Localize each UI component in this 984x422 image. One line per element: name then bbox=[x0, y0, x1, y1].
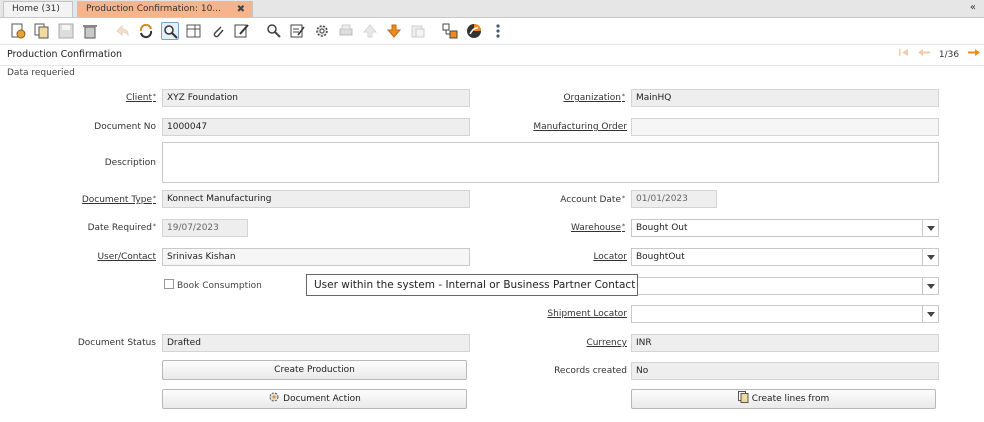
create-production-button[interactable]: Create Production bbox=[162, 360, 467, 380]
create-lines-from-button[interactable]: Create lines from bbox=[631, 389, 936, 409]
shipment-locator-label[interactable]: Shipment Locator bbox=[547, 309, 627, 319]
locator-select[interactable]: BoughtOut bbox=[631, 248, 939, 266]
window-header: Production Confirmation 1/36 bbox=[0, 45, 984, 66]
more-icon[interactable] bbox=[489, 22, 507, 40]
create-lines-from-label: Create lines from bbox=[751, 394, 830, 404]
date-required-label: Date Required* bbox=[87, 223, 156, 233]
refresh-icon[interactable] bbox=[137, 22, 155, 40]
record-position: 1/36 bbox=[938, 50, 960, 60]
chevron-down-icon[interactable] bbox=[922, 277, 938, 295]
currency-field[interactable]: INR bbox=[631, 334, 939, 352]
checkbox-box[interactable] bbox=[164, 279, 174, 289]
chevron-down-icon[interactable] bbox=[922, 248, 938, 266]
records-created-field: No bbox=[631, 362, 939, 380]
window-title: Production Confirmation bbox=[7, 49, 123, 60]
book-consumption-label: Book Consumption bbox=[177, 281, 262, 291]
note-icon[interactable] bbox=[233, 22, 251, 40]
client-field[interactable]: XYZ Foundation bbox=[162, 89, 470, 107]
zoom-across-icon[interactable] bbox=[265, 22, 283, 40]
tab-bar: Home (31) Production Confirmation: 10...… bbox=[0, 0, 984, 18]
chevron-down-icon[interactable] bbox=[922, 219, 938, 237]
warehouse-select[interactable]: Bought Out bbox=[631, 219, 939, 237]
user-contact-field[interactable]: Srinivas Kishan bbox=[162, 248, 470, 266]
parent-up-icon[interactable] bbox=[361, 22, 379, 40]
attachment-icon[interactable] bbox=[209, 22, 227, 40]
copy-record-icon[interactable] bbox=[33, 22, 51, 40]
chat-icon[interactable] bbox=[465, 22, 483, 40]
status-message: Data requeried bbox=[7, 68, 75, 78]
document-action-button[interactable]: Document Action bbox=[162, 389, 467, 409]
manufacturing-order-field[interactable] bbox=[631, 118, 939, 136]
locator-value: BoughtOut bbox=[636, 252, 685, 262]
date-required-field[interactable]: 19/07/2023 bbox=[162, 219, 248, 237]
close-tab-icon[interactable]: ✖ bbox=[237, 2, 245, 17]
document-status-field: Drafted bbox=[162, 334, 470, 352]
delete-icon[interactable] bbox=[81, 22, 99, 40]
warehouse-value: Bought Out bbox=[636, 223, 688, 233]
tooltip: User within the system - Internal or Bus… bbox=[306, 274, 638, 296]
record-navigator: 1/36 bbox=[893, 48, 980, 60]
description-field[interactable] bbox=[162, 142, 939, 183]
grid-toggle-icon[interactable] bbox=[185, 22, 203, 40]
process-gear-icon[interactable] bbox=[313, 22, 331, 40]
save-icon[interactable] bbox=[57, 22, 75, 40]
process-gear-icon bbox=[269, 392, 279, 402]
detail-down-icon[interactable] bbox=[385, 22, 403, 40]
print-icon[interactable] bbox=[337, 22, 355, 40]
workflow-icon[interactable] bbox=[441, 22, 459, 40]
document-no-field[interactable]: 1000047 bbox=[162, 118, 470, 136]
collapse-icon[interactable]: « bbox=[970, 2, 976, 13]
next-record-icon[interactable] bbox=[968, 48, 980, 60]
records-created-label: Records created bbox=[554, 366, 627, 376]
manufacturing-order-label[interactable]: Manufacturing Order bbox=[533, 122, 627, 132]
tab-home-label: Home (31) bbox=[12, 4, 60, 14]
tab-home[interactable]: Home (31) bbox=[3, 1, 73, 17]
book-consumption-checkbox[interactable]: Book Consumption bbox=[164, 279, 262, 291]
description-label: Description bbox=[104, 158, 156, 168]
warehouse-label[interactable]: Warehouse* bbox=[571, 223, 625, 233]
account-date-field[interactable]: 01/01/2023 bbox=[631, 190, 717, 208]
account-date-label: Account Date* bbox=[560, 195, 625, 205]
first-record-icon[interactable] bbox=[899, 48, 909, 60]
archive-icon[interactable] bbox=[409, 22, 427, 40]
find-icon[interactable] bbox=[161, 22, 179, 40]
new-record-icon[interactable] bbox=[9, 22, 27, 40]
chevron-down-icon[interactable] bbox=[922, 305, 938, 323]
document-no-label: Document No bbox=[94, 122, 156, 132]
undo-icon[interactable] bbox=[113, 22, 131, 40]
report-icon[interactable] bbox=[289, 22, 307, 40]
locator-label[interactable]: Locator bbox=[593, 252, 627, 262]
copy-document-icon bbox=[737, 391, 749, 403]
document-status-label: Document Status bbox=[77, 338, 156, 348]
tab-production-confirmation[interactable]: Production Confirmation: 10... ✖ bbox=[77, 1, 253, 17]
toolbar bbox=[0, 18, 984, 45]
document-action-label: Document Action bbox=[283, 394, 361, 404]
shipment-locator-select[interactable] bbox=[631, 305, 939, 323]
currency-label[interactable]: Currency bbox=[586, 338, 627, 348]
organization-label[interactable]: Organization* bbox=[563, 93, 625, 103]
previous-record-icon[interactable] bbox=[918, 48, 931, 60]
document-type-field[interactable]: Konnect Manufacturing bbox=[162, 190, 470, 208]
client-label[interactable]: Client* bbox=[126, 93, 156, 103]
organization-field[interactable]: MainHQ bbox=[631, 89, 939, 107]
hidden-field-select[interactable] bbox=[631, 277, 939, 295]
user-contact-label[interactable]: User/Contact bbox=[97, 252, 156, 262]
document-type-label[interactable]: Document Type* bbox=[82, 195, 156, 205]
tab-production-label: Production Confirmation: 10... bbox=[86, 4, 221, 14]
